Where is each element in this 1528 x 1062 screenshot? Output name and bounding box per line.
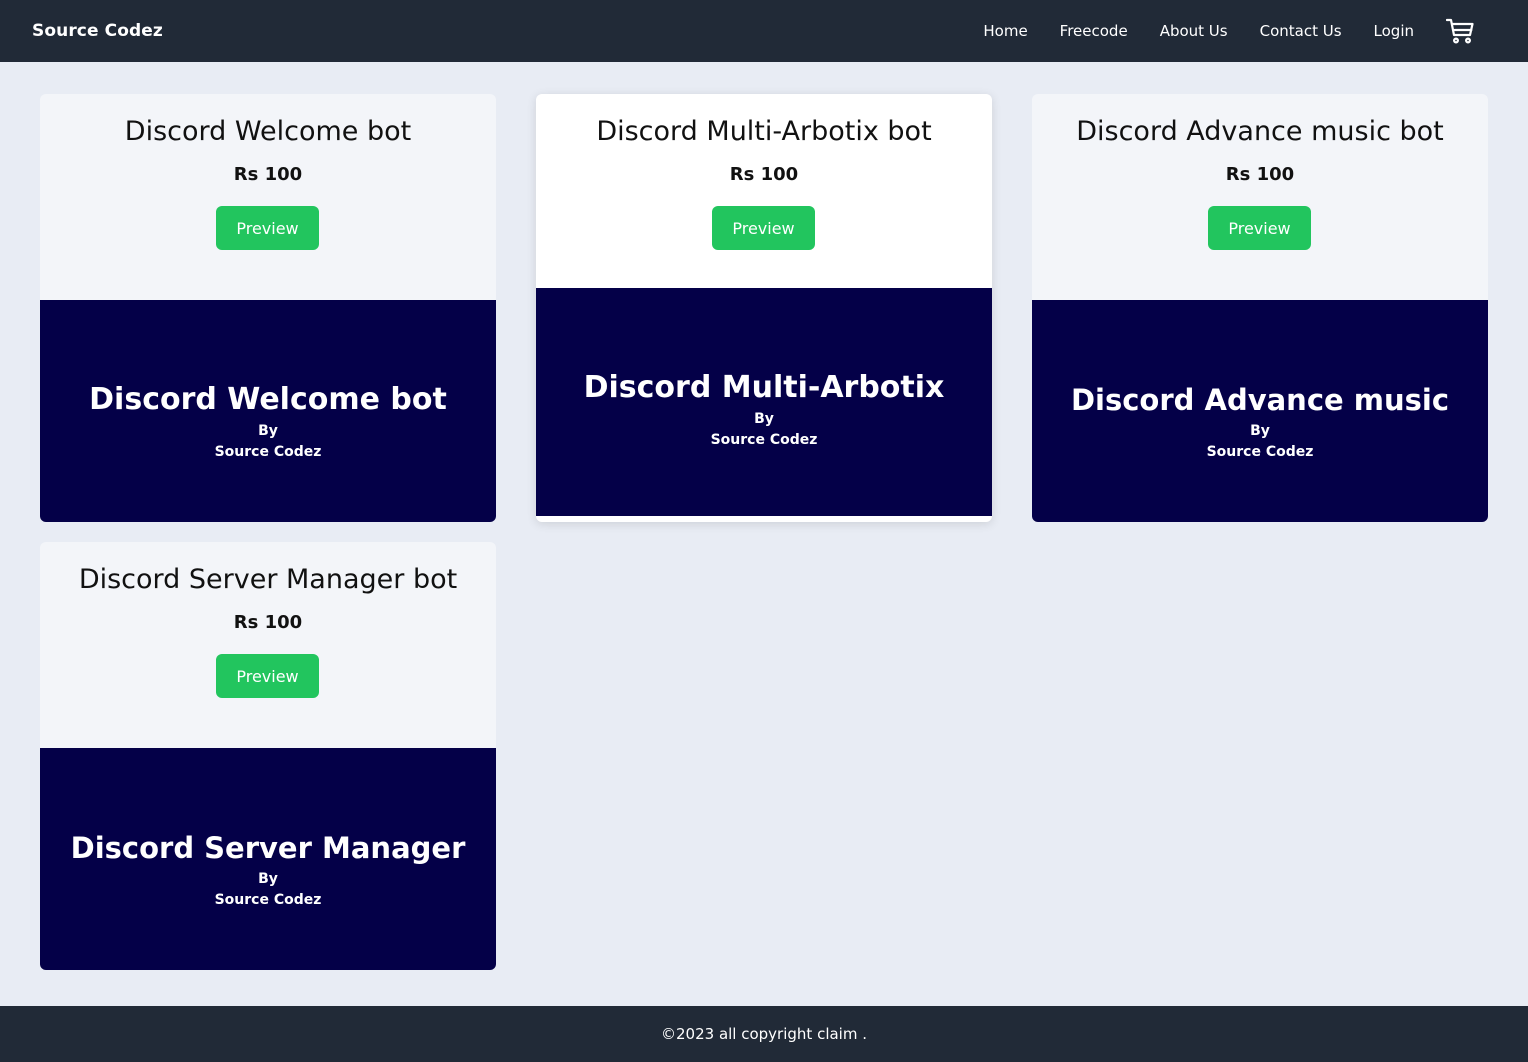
product-card: Discord Server Manager bot Rs 100 Previe… xyxy=(40,542,496,970)
product-banner-image[interactable]: Discord Multi-Arbotix By Source Codez xyxy=(536,288,992,516)
preview-button[interactable]: Preview xyxy=(712,206,815,250)
banner-by: By xyxy=(1250,423,1270,439)
top-navbar: Source Codez Home Freecode About Us Cont… xyxy=(0,0,1528,62)
nav-links: Home Freecode About Us Contact Us Login xyxy=(951,18,1496,44)
banner-author: Source Codez xyxy=(1206,444,1314,460)
nav-link-about-us[interactable]: About Us xyxy=(1160,22,1228,40)
nav-link-login[interactable]: Login xyxy=(1374,22,1414,40)
product-card: Discord Advance music bot Rs 100 Preview… xyxy=(1032,94,1488,522)
product-title: Discord Advance music bot xyxy=(1076,116,1444,147)
banner-by: By xyxy=(754,411,774,427)
banner-title: Discord Server Manager xyxy=(70,831,466,865)
banner-by: By xyxy=(258,423,278,439)
nav-link-contact-us[interactable]: Contact Us xyxy=(1260,22,1342,40)
product-banner-image[interactable]: Discord Advance music By Source Codez xyxy=(1032,300,1488,522)
banner-author: Source Codez xyxy=(214,892,322,908)
product-card: Discord Welcome bot Rs 100 Preview Disco… xyxy=(40,94,496,522)
banner-author: Source Codez xyxy=(710,432,818,448)
nav-link-freecode[interactable]: Freecode xyxy=(1060,22,1128,40)
product-title: Discord Multi-Arbotix bot xyxy=(596,116,932,147)
product-price: Rs 100 xyxy=(233,164,303,185)
product-price: Rs 100 xyxy=(233,612,303,633)
preview-button[interactable]: Preview xyxy=(216,206,319,250)
product-banner-image[interactable]: Discord Server Manager By Source Codez xyxy=(40,748,496,970)
product-price: Rs 100 xyxy=(729,164,799,185)
page-footer: ©2023 all copyright claim . xyxy=(0,1006,1528,1062)
banner-title: Discord Multi-Arbotix xyxy=(583,370,945,405)
brand-logo-text[interactable]: Source Codez xyxy=(32,21,163,41)
product-banner-image[interactable]: Discord Welcome bot By Source Codez xyxy=(40,300,496,522)
product-card: Discord Multi-Arbotix bot Rs 100 Preview… xyxy=(536,94,992,522)
preview-button[interactable]: Preview xyxy=(216,654,319,698)
copyright-text: ©2023 all copyright claim . xyxy=(661,1025,867,1043)
product-price: Rs 100 xyxy=(1225,164,1295,185)
product-title: Discord Server Manager bot xyxy=(78,564,458,595)
banner-title: Discord Advance music xyxy=(1070,383,1450,417)
preview-button[interactable]: Preview xyxy=(1208,206,1311,250)
banner-title: Discord Welcome bot xyxy=(89,382,447,417)
shopping-cart-icon[interactable] xyxy=(1446,18,1474,44)
banner-author: Source Codez xyxy=(214,444,322,460)
banner-by: By xyxy=(258,871,278,887)
nav-link-home[interactable]: Home xyxy=(983,22,1027,40)
product-title: Discord Welcome bot xyxy=(124,116,412,147)
